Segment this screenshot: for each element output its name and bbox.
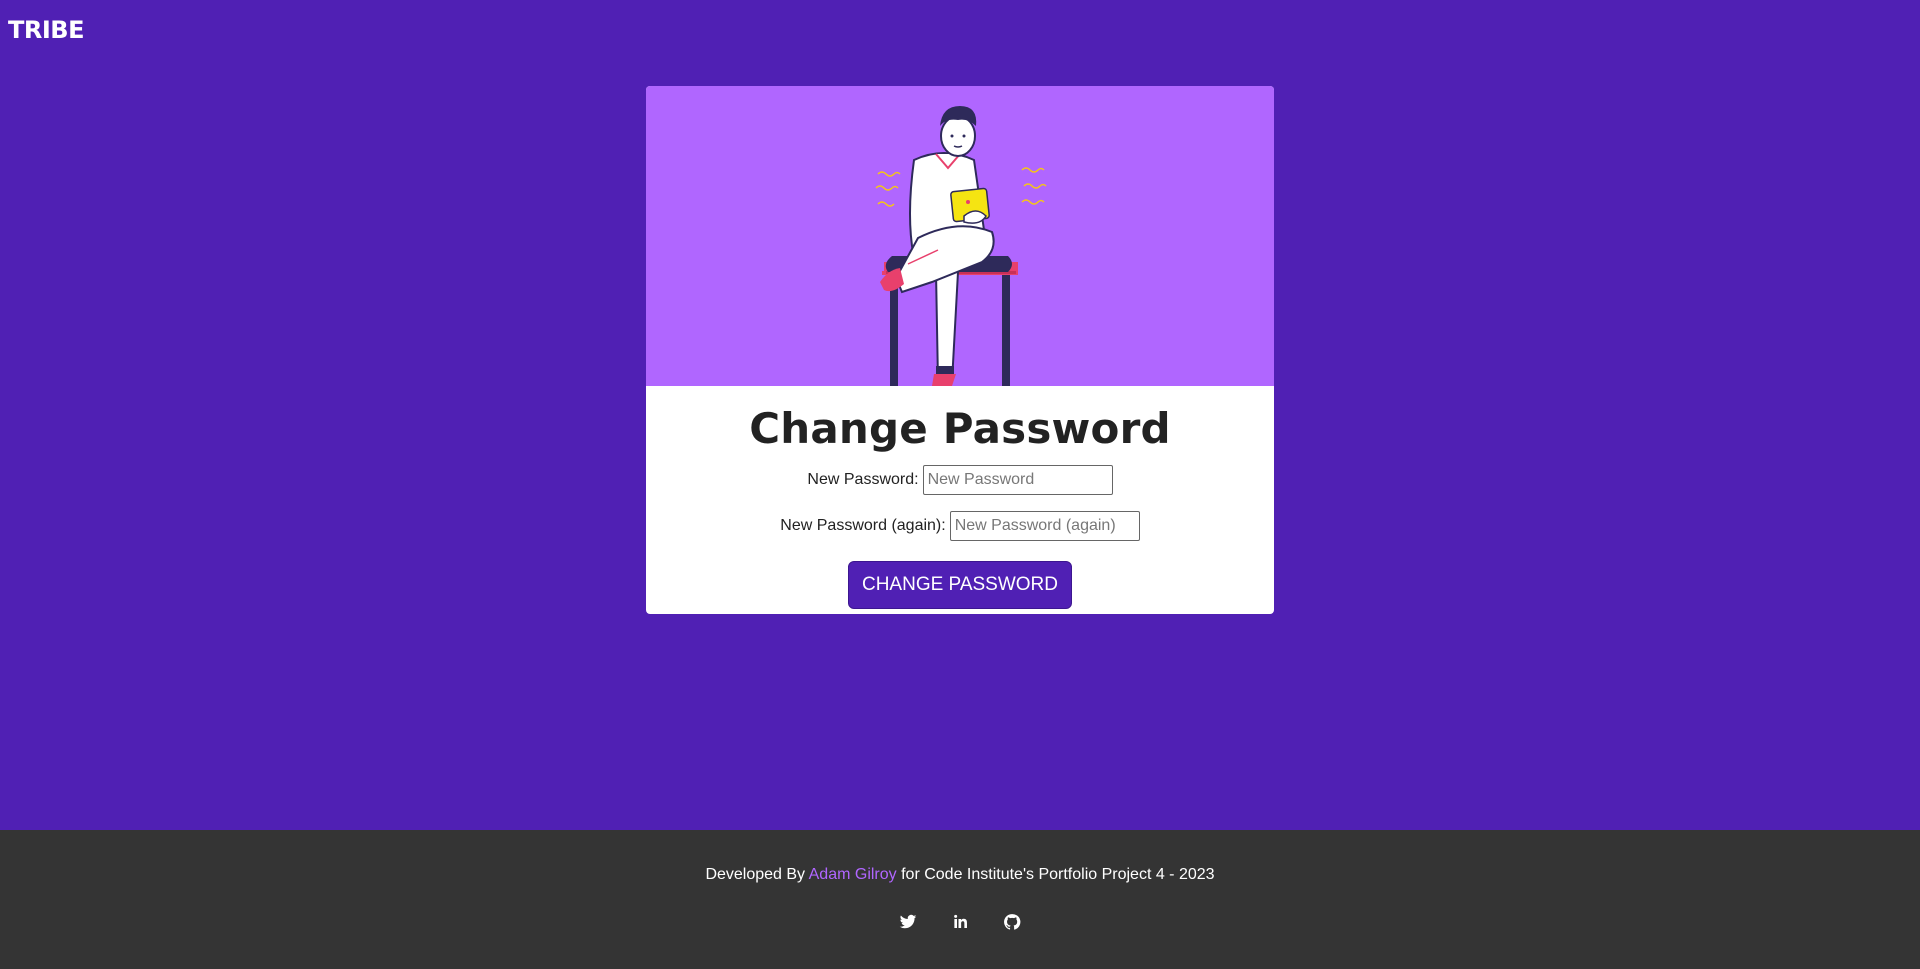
- man-on-stool-illustration: [875, 106, 1047, 386]
- footer-credit: Developed By Adam Gilroy for Code Instit…: [0, 866, 1920, 884]
- credit-prefix: Developed By: [705, 866, 806, 883]
- twitter-icon[interactable]: [899, 913, 917, 931]
- brand-logo[interactable]: TRIBE: [8, 16, 84, 44]
- page-title: Change Password: [749, 404, 1171, 453]
- site-footer: Developed By Adam Gilroy for Code Instit…: [0, 830, 1920, 969]
- github-icon[interactable]: [1003, 913, 1021, 931]
- linkedin-icon[interactable]: [951, 913, 969, 931]
- new-password-row: New Password:: [646, 465, 1274, 495]
- new-password-again-input[interactable]: [949, 511, 1140, 541]
- credit-suffix: for Code Institute's Portfolio Project 4…: [901, 866, 1215, 883]
- new-password-label: New Password:: [807, 471, 919, 488]
- hero-illustration: [646, 86, 1274, 386]
- new-password-again-row: New Password (again):: [646, 511, 1274, 541]
- change-password-button[interactable]: CHANGE PASSWORD: [848, 561, 1072, 609]
- card-body: Change Password New Password: New Passwo…: [646, 386, 1274, 609]
- author-link[interactable]: Adam Gilroy: [809, 866, 897, 883]
- social-links: [0, 913, 1920, 931]
- change-password-card: Change Password New Password: New Passwo…: [646, 86, 1274, 614]
- new-password-input[interactable]: [922, 465, 1113, 495]
- new-password-again-label: New Password (again):: [780, 517, 946, 534]
